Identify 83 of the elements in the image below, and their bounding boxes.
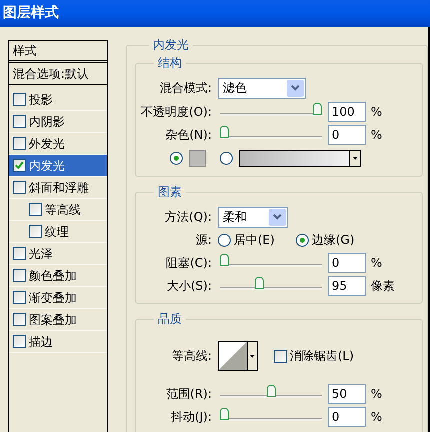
checkbox[interactable]	[13, 159, 26, 172]
chevron-down-icon	[291, 85, 300, 91]
field-label: 抖动(J):	[170, 408, 212, 426]
field-label: 等高线:	[170, 348, 212, 365]
value-field[interactable]: 0	[328, 406, 366, 426]
contour-icon	[219, 342, 247, 370]
window-title: 图层样式	[3, 4, 59, 23]
slider-thumb[interactable]	[220, 254, 229, 266]
slider-thumb[interactable]	[220, 408, 229, 420]
gradient-picker[interactable]	[239, 150, 361, 166]
unit-label: %	[371, 386, 382, 402]
list-header: 样式	[9, 41, 107, 63]
field-label: 阻塞(C):	[165, 254, 212, 272]
value-field[interactable]: 100	[328, 102, 366, 122]
checkbox[interactable]	[13, 93, 26, 106]
slider-track[interactable]	[220, 408, 322, 421]
radio-button[interactable]	[220, 152, 233, 164]
style-list-item[interactable]: 投影	[9, 89, 107, 111]
color-swatch[interactable]	[189, 150, 206, 166]
checkbox[interactable]	[29, 203, 42, 216]
slider-thumb[interactable]	[220, 126, 229, 138]
checkbox[interactable]	[13, 291, 26, 304]
group-title: 品质	[157, 311, 183, 328]
slider-track[interactable]	[220, 277, 322, 290]
unit-label: 像素	[371, 278, 395, 294]
style-list-item[interactable]: 渐变叠加	[9, 287, 107, 309]
style-list-item[interactable]: 光泽	[9, 243, 107, 265]
checkbox[interactable]	[13, 137, 26, 150]
checkbox[interactable]	[13, 247, 26, 260]
dropdown[interactable]: 滤色	[218, 78, 306, 98]
unit-label: %	[371, 254, 382, 272]
slider-track[interactable]	[220, 254, 322, 267]
checkbox[interactable]	[13, 181, 26, 194]
value-field[interactable]: 0	[328, 124, 366, 144]
style-list-item[interactable]: 图案叠加	[9, 309, 107, 331]
radio-label: 居中(E)	[234, 232, 275, 249]
field-label: 杂色(N):	[164, 126, 212, 144]
radio-button[interactable]	[218, 234, 231, 246]
field-label: 范围(R):	[165, 386, 212, 402]
group-title: 结构	[157, 55, 183, 72]
field-label: 方法(Q):	[164, 209, 212, 226]
value-field[interactable]: 50	[328, 384, 366, 404]
group-title: 图素	[157, 184, 183, 201]
style-list-item[interactable]: 内阴影	[9, 111, 107, 133]
field-label: 大小(S):	[166, 278, 212, 294]
group-title: 内发光	[152, 37, 190, 54]
slider-thumb[interactable]	[255, 277, 264, 289]
style-list-item[interactable]: 颜色叠加	[9, 265, 107, 287]
radio-label: 边缘(G)	[312, 232, 355, 249]
slider-thumb[interactable]	[266, 385, 276, 397]
slider-track[interactable]	[220, 385, 322, 398]
unit-label: %	[371, 408, 382, 426]
style-list-item[interactable]: 描边	[9, 331, 107, 353]
unit-label: %	[371, 104, 382, 120]
slider-thumb[interactable]	[313, 103, 322, 115]
radio-button[interactable]	[296, 234, 309, 246]
checkbox[interactable]	[274, 350, 287, 362]
value-field[interactable]: 0	[328, 252, 366, 272]
style-list-item[interactable]: 混合选项:默认	[9, 63, 107, 85]
caret-icon	[250, 354, 255, 358]
style-list-item[interactable]: 等高线	[9, 199, 107, 221]
checkbox[interactable]	[13, 335, 26, 348]
field-label: 源:	[194, 232, 212, 249]
checkbox[interactable]	[13, 313, 26, 326]
unit-label: %	[371, 126, 382, 144]
style-list-item[interactable]: 纹理	[9, 221, 107, 243]
field-label: 不透明度(O):	[140, 104, 212, 120]
slider-track[interactable]	[220, 103, 322, 116]
caret-icon	[352, 156, 358, 160]
chevron-down-icon	[273, 214, 282, 220]
checkmark-icon	[15, 161, 24, 170]
checkbox[interactable]	[29, 225, 42, 238]
checkbox-label: 消除锯齿(L)	[290, 348, 354, 365]
radio-button[interactable]	[170, 152, 183, 164]
style-list-item[interactable]: 斜面和浮雕	[9, 177, 107, 199]
dropdown[interactable]: 柔和	[218, 206, 288, 228]
style-list-item[interactable]: 内发光	[9, 155, 107, 177]
value-field[interactable]: 95	[328, 276, 366, 296]
contour-picker[interactable]	[218, 341, 258, 371]
slider-track[interactable]	[220, 126, 322, 139]
field-label: 混合模式:	[158, 80, 212, 97]
checkbox[interactable]	[13, 269, 26, 282]
checkbox[interactable]	[13, 115, 26, 128]
